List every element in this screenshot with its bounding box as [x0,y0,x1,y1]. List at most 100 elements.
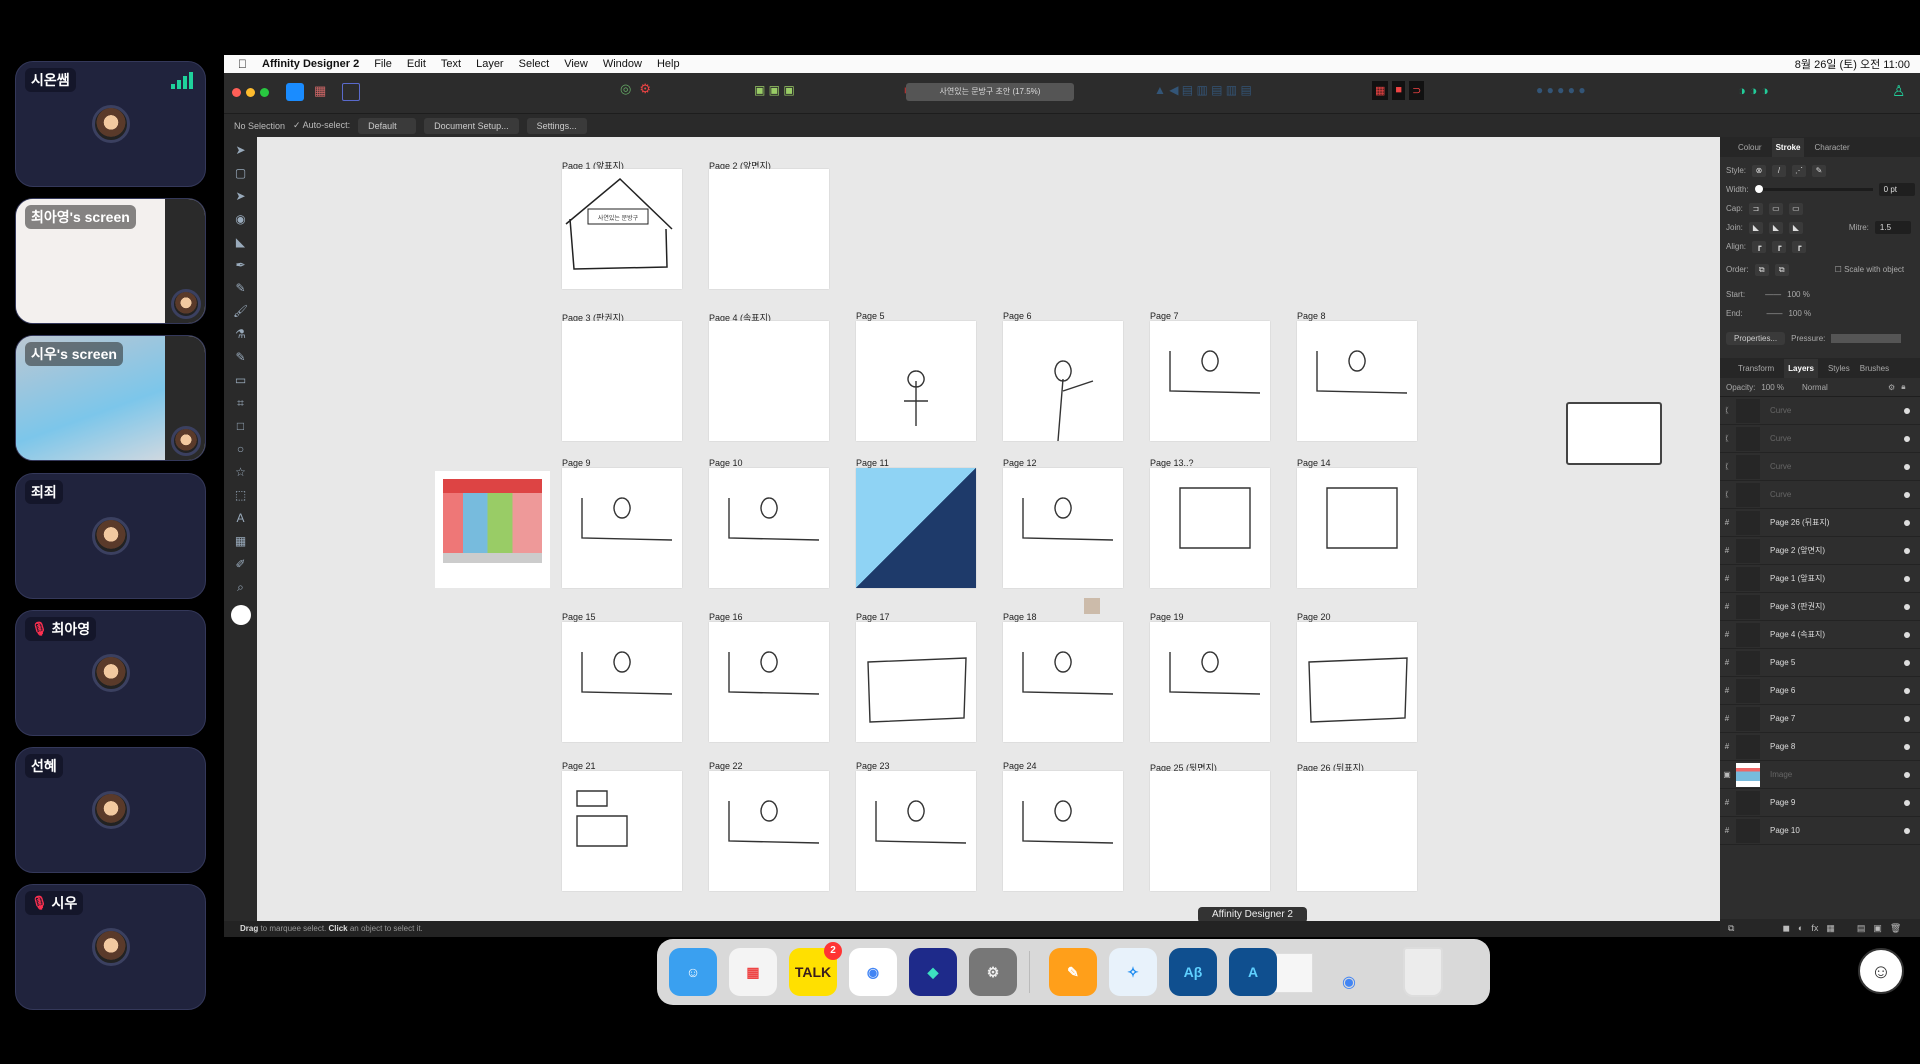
no-stroke-icon[interactable]: ⊗ [1752,164,1767,177]
move-tool-icon[interactable]: ➤ [230,140,252,160]
fx-icon[interactable]: fx [1811,923,1818,933]
dock-affinity-designer-beta[interactable]: Aβ [1169,948,1217,996]
screen-share-tile[interactable]: 최아영's screen [15,198,206,324]
dashed-line-icon[interactable]: ⋰ [1792,164,1807,177]
dock-affinity-designer-2[interactable]: A [1229,948,1277,996]
page-label[interactable]: Page 24 [1003,761,1037,771]
artboard-page[interactable]: 사연있는 문방구 [562,169,682,289]
participant-tile[interactable]: 🎙︎ 최아영 [15,610,206,736]
app-menu[interactable]: Affinity Designer 2 [262,58,359,70]
layer-row[interactable]: # Page 8 [1720,733,1920,761]
visibility-toggle[interactable] [1904,771,1910,778]
artboard-page[interactable] [1150,321,1270,441]
auto-select-mode-dropdown[interactable]: Default [358,117,417,134]
stroke-front-icon[interactable]: ⧉ [1774,263,1789,276]
rectangle-tool-icon[interactable]: □ [230,416,252,436]
round-join-icon[interactable]: ◣ [1768,221,1783,234]
fill-tool-icon[interactable]: ⚗ [230,324,252,344]
menu-window[interactable]: Window [603,58,642,70]
gear-icon[interactable]: ⚙ [1888,383,1895,392]
user-icon[interactable]: ♙ [1892,82,1905,100]
ellipse-tool-icon[interactable]: ○ [230,439,252,459]
visibility-toggle[interactable] [1904,715,1910,722]
tab-transform[interactable]: Transform [1738,364,1774,373]
trash-icon[interactable] [1403,947,1443,997]
stroke-behind-icon[interactable]: ⧉ [1754,263,1769,276]
visibility-toggle[interactable] [1904,659,1910,666]
page-label[interactable]: Page 9 [562,458,591,468]
sticker-image[interactable] [1084,598,1100,614]
tab-colour[interactable]: Colour [1738,143,1762,152]
layer-options-icon[interactable]: ⧉ [1728,923,1734,934]
page-label[interactable]: Page 23 [856,761,890,771]
artboard-page[interactable] [856,321,976,441]
artboard-page[interactable] [709,468,829,588]
snapping-toggle-icons[interactable]: ▦ ■ ⊃ [1372,81,1425,100]
artboard-tool-icon[interactable]: ▢ [230,163,252,183]
artboard-page[interactable] [856,468,976,588]
note-sketch[interactable] [1566,402,1662,465]
color-picker-tool-icon[interactable]: ✐ [230,554,252,574]
snapping-icons[interactable]: ◎ ⚙ [620,81,652,105]
table-tool-icon[interactable]: ▦ [230,531,252,551]
group-icon[interactable]: ▣ [1873,923,1882,934]
zoom-tool-icon[interactable]: ⌕ [230,577,252,597]
blend-mode-dropdown[interactable]: Normal [1802,383,1882,392]
corner-tool-icon[interactable]: ◣ [230,232,252,252]
layer-row[interactable]: ▣ Image [1720,761,1920,789]
mitre-input[interactable]: 1.5 [1874,221,1911,234]
apple-icon[interactable]:  [238,57,247,71]
contour-tool-icon[interactable]: ◉ [230,209,252,229]
dock-safari[interactable]: ✧ [1109,948,1157,996]
export-persona-icon[interactable] [342,83,360,101]
participant-tile[interactable]: 시온쌤 [15,61,206,187]
dock-finder[interactable]: ☺ [669,948,717,996]
participant-tile[interactable]: 선혜 [15,747,206,873]
round-cap-icon[interactable]: ▭ [1768,202,1783,215]
visibility-toggle[interactable] [1904,799,1910,806]
page-label[interactable]: Page 18 [1003,612,1037,622]
dock-whale[interactable]: ◆ [909,948,957,996]
page-label[interactable]: Page 19 [1150,612,1184,622]
artboard-page[interactable] [562,622,682,742]
page-label[interactable]: Page 20 [1297,612,1331,622]
align-outside-icon[interactable]: ┏ [1792,240,1807,253]
artboard-page[interactable] [709,169,829,289]
participant-tile[interactable]: 🎙︎ 시우 [15,884,206,1010]
page-label[interactable]: Page 5 [856,311,885,321]
participant-tile[interactable]: 죄죄 [15,473,206,599]
butt-cap-icon[interactable]: ⊐ [1748,202,1763,215]
artistic-text-tool-icon[interactable]: A [230,508,252,528]
opacity-value[interactable]: 100 % [1761,383,1784,392]
bevel-join-icon[interactable]: ◣ [1788,221,1803,234]
end-percent[interactable]: 100 % [1788,309,1811,318]
page-label[interactable]: Page 15 [562,612,596,622]
arrange-icons[interactable]: ▣ ▣ ▣ [754,83,795,97]
recent-chrome-window[interactable]: ◉ [1325,953,1373,993]
page-label[interactable]: Page 11 [856,458,889,468]
menu-text[interactable]: Text [441,58,461,70]
page-label[interactable]: Page 22 [709,761,743,771]
tab-brushes[interactable]: Brushes [1860,364,1889,373]
clock[interactable]: 8월 26일 (토) 오전 11:00 [1795,56,1910,72]
transform-icons[interactable]: ● ● ● ● ● [1536,83,1586,97]
artboard-page[interactable] [1150,771,1270,891]
minimize-button[interactable] [246,88,255,97]
solid-line-icon[interactable]: / [1772,164,1787,177]
user-avatar-icon[interactable]: ☺ [1858,948,1904,994]
scale-with-object-checkbox[interactable]: ☐ Scale with object [1835,265,1904,274]
dock-pages[interactable]: ✎ [1049,948,1097,996]
vector-brush-tool-icon[interactable]: 🖌︎ [230,301,252,321]
page-label[interactable]: Page 10 [709,458,743,468]
artboard-page[interactable] [1297,468,1417,588]
layer-row[interactable]: # Page 9 [1720,789,1920,817]
artboard-page[interactable] [1297,771,1417,891]
image-tool-icon[interactable]: ▭ [230,370,252,390]
layer-row[interactable]: ᛕ Curve [1720,481,1920,509]
crop-tool-icon[interactable]: ⌗ [230,393,252,413]
artboard-page[interactable] [1003,468,1123,588]
artboard-page[interactable] [1150,622,1270,742]
visibility-toggle[interactable] [1904,575,1910,582]
layer-row[interactable]: ᛕ Curve [1720,397,1920,425]
layer-row[interactable]: # Page 2 (앞면지) [1720,537,1920,565]
